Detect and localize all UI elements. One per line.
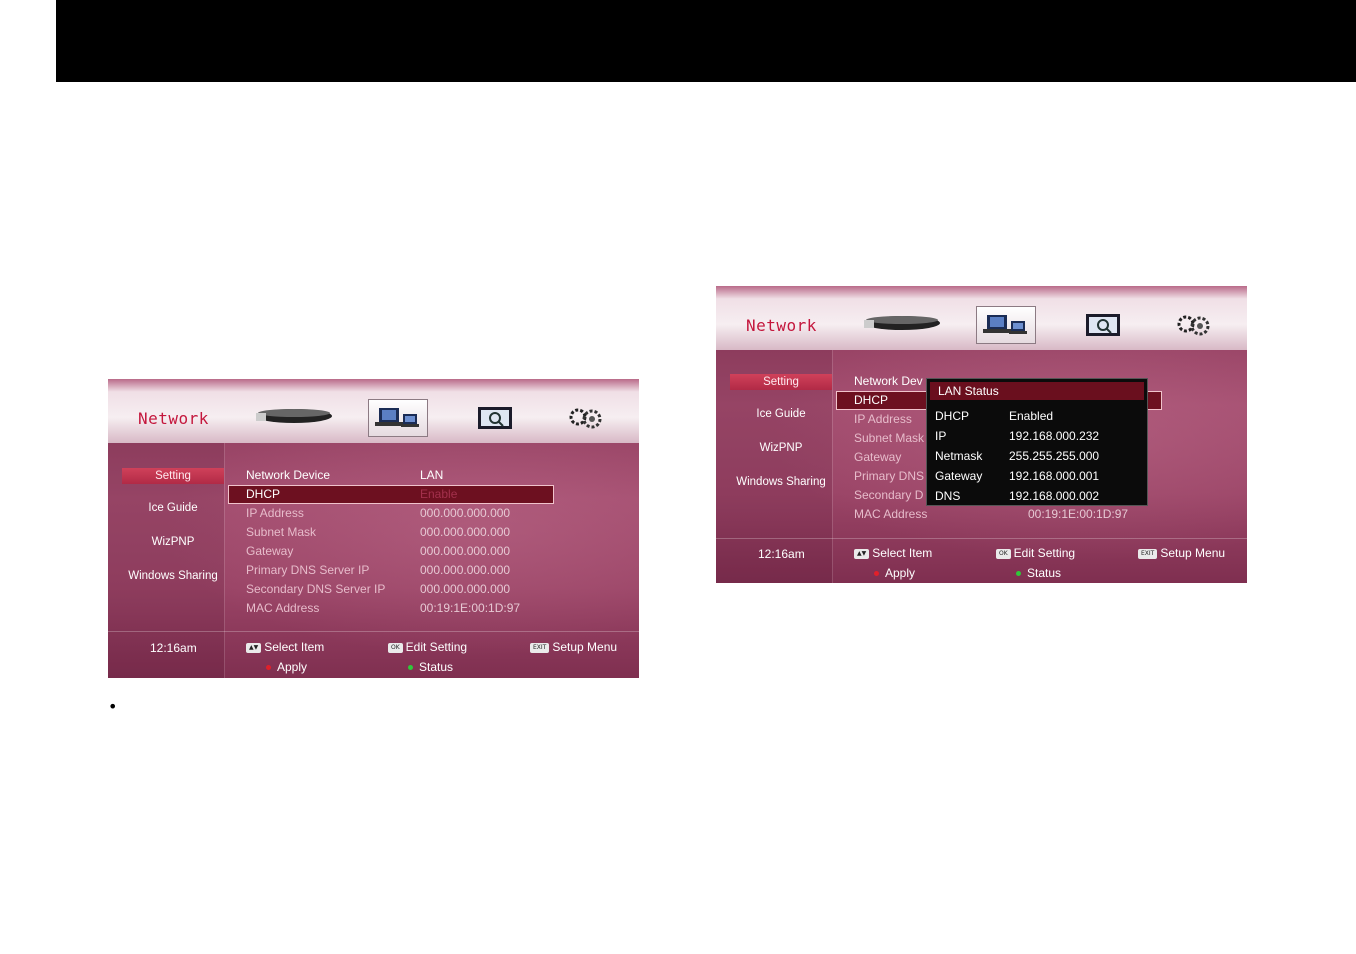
- setup-menu-text: Setup Menu: [1160, 546, 1226, 560]
- popup-netmask-value: 255.255.255.000: [1009, 449, 1100, 463]
- green-dot-icon: [408, 665, 413, 671]
- network-tab-icon[interactable]: [976, 306, 1036, 344]
- setup-menu-text: Setup Menu: [552, 640, 618, 654]
- exit-key-icon: EXIT: [530, 642, 550, 653]
- popup-ip-label: IP: [935, 429, 947, 443]
- secondary-dns-value: 000.000.000.000: [420, 582, 511, 596]
- ok-key-icon: OK: [996, 548, 1011, 559]
- column-divider: [224, 443, 225, 678]
- column-divider: [832, 350, 833, 583]
- apply-hint: Apply: [266, 660, 307, 674]
- popup-gateway-value: 192.168.000.001: [1009, 469, 1100, 483]
- secondary-dns-label[interactable]: Secondary DNS Server IP: [246, 582, 385, 596]
- dhcp-value[interactable]: Enable: [420, 487, 457, 501]
- popup-netmask-label: Netmask: [935, 449, 983, 463]
- menu-header: Network: [716, 286, 1247, 350]
- subnet-mask-label[interactable]: Subnet Mask: [854, 431, 924, 445]
- sidebar-item-windows-sharing[interactable]: Windows Sharing: [122, 570, 224, 582]
- primary-dns-label[interactable]: Primary DNS Server IP: [246, 563, 369, 577]
- sidebar-item-ice-guide[interactable]: Ice Guide: [122, 502, 224, 514]
- status-hint: Status: [408, 660, 453, 674]
- select-item-text: Select Item: [264, 640, 325, 654]
- popup-dhcp-label: DHCP: [935, 409, 970, 423]
- clock: 12:16am: [150, 641, 197, 655]
- ok-key-icon: OK: [388, 642, 403, 653]
- popup-dhcp-value: Enabled: [1009, 409, 1054, 423]
- network-device-value: LAN: [420, 468, 444, 482]
- primary-dns-value: 000.000.000.000: [420, 563, 511, 577]
- network-device-label[interactable]: Network Device: [246, 468, 330, 482]
- edit-setting-hint: OK Edit Setting: [388, 640, 467, 654]
- set-top-box-icon[interactable]: [254, 405, 334, 427]
- gear-icon[interactable]: [564, 405, 606, 431]
- ip-address-label[interactable]: IP Address: [854, 412, 912, 426]
- bullet-point: •: [108, 697, 118, 716]
- secondary-dns-label[interactable]: Secondary D: [854, 488, 923, 502]
- display-settings-icon[interactable]: [1084, 312, 1122, 338]
- status-hint: Status: [1016, 566, 1061, 580]
- mac-address-label[interactable]: MAC Address: [246, 601, 319, 615]
- ip-address-label[interactable]: IP Address: [246, 506, 304, 520]
- footer-divider: [716, 538, 1247, 539]
- network-screen-1: Network Setting Ice Guide WizPNP Windows…: [108, 379, 639, 678]
- select-item-text: Select Item: [872, 546, 933, 560]
- ip-address-value: 000.000.000.000: [420, 506, 511, 520]
- display-settings-icon[interactable]: [476, 405, 514, 431]
- top-black-bar: [56, 0, 1356, 82]
- popup-dns-value: 192.168.000.002: [1009, 489, 1100, 503]
- menu-title: Network: [746, 316, 817, 335]
- menu-header: Network: [108, 379, 639, 443]
- sidebar-item-wizpnp[interactable]: WizPNP: [122, 536, 224, 548]
- subnet-mask-value: 000.000.000.000: [420, 525, 511, 539]
- sidebar-item-setting[interactable]: Setting: [122, 468, 224, 484]
- popup-dns-label: DNS: [935, 489, 961, 503]
- status-text: Status: [1027, 566, 1062, 580]
- green-dot-icon: [1016, 571, 1021, 577]
- apply-hint: Apply: [874, 566, 915, 580]
- edit-setting-text: Edit Setting: [1013, 546, 1076, 560]
- apply-text: Apply: [277, 660, 308, 674]
- popup-title: LAN Status: [930, 382, 1144, 400]
- sidebar-item-setting[interactable]: Setting: [730, 374, 832, 390]
- select-item-hint: ▲▼ Select Item: [246, 640, 324, 654]
- red-dot-icon: [266, 665, 271, 671]
- red-dot-icon: [874, 571, 879, 577]
- edit-setting-hint: OK Edit Setting: [996, 546, 1075, 560]
- set-top-box-icon[interactable]: [862, 312, 942, 334]
- clock: 12:16am: [758, 547, 805, 561]
- arrow-keys-icon: ▲▼: [246, 642, 262, 653]
- network-tab-icon[interactable]: [368, 399, 428, 437]
- footer-divider: [108, 631, 639, 632]
- lan-status-popup: LAN Status DHCP Enabled IP 192.168.000.2…: [926, 378, 1148, 506]
- status-text: Status: [419, 660, 454, 674]
- gear-icon[interactable]: [1172, 312, 1214, 338]
- gateway-label[interactable]: Gateway: [246, 544, 293, 558]
- mac-address-value: 00:19:1E:00:1D:97: [1028, 507, 1129, 521]
- sidebar-item-windows-sharing[interactable]: Windows Sharing: [730, 476, 832, 488]
- sidebar-item-ice-guide[interactable]: Ice Guide: [730, 408, 832, 420]
- gateway-value: 000.000.000.000: [420, 544, 511, 558]
- dhcp-label[interactable]: DHCP: [246, 487, 280, 501]
- edit-setting-text: Edit Setting: [405, 640, 468, 654]
- primary-dns-label[interactable]: Primary DNS: [854, 469, 924, 483]
- gateway-label[interactable]: Gateway: [854, 450, 901, 464]
- subnet-mask-label[interactable]: Subnet Mask: [246, 525, 316, 539]
- network-screen-2: Network Setting Ice Guide WizPNP Windows…: [716, 286, 1247, 583]
- select-item-hint: ▲▼ Select Item: [854, 546, 932, 560]
- mac-address-label[interactable]: MAC Address: [854, 507, 927, 521]
- menu-title: Network: [138, 409, 209, 428]
- setup-menu-hint: EXIT Setup Menu: [1138, 546, 1225, 560]
- network-device-label[interactable]: Network Dev: [854, 374, 923, 388]
- apply-text: Apply: [885, 566, 916, 580]
- mac-address-value: 00:19:1E:00:1D:97: [420, 601, 521, 615]
- setup-menu-hint: EXIT Setup Menu: [530, 640, 617, 654]
- arrow-keys-icon: ▲▼: [854, 548, 870, 559]
- popup-ip-value: 192.168.000.232: [1009, 429, 1100, 443]
- dhcp-label[interactable]: DHCP: [854, 393, 888, 407]
- popup-gateway-label: Gateway: [935, 469, 983, 483]
- sidebar-item-wizpnp[interactable]: WizPNP: [730, 442, 832, 454]
- exit-key-icon: EXIT: [1138, 548, 1158, 559]
